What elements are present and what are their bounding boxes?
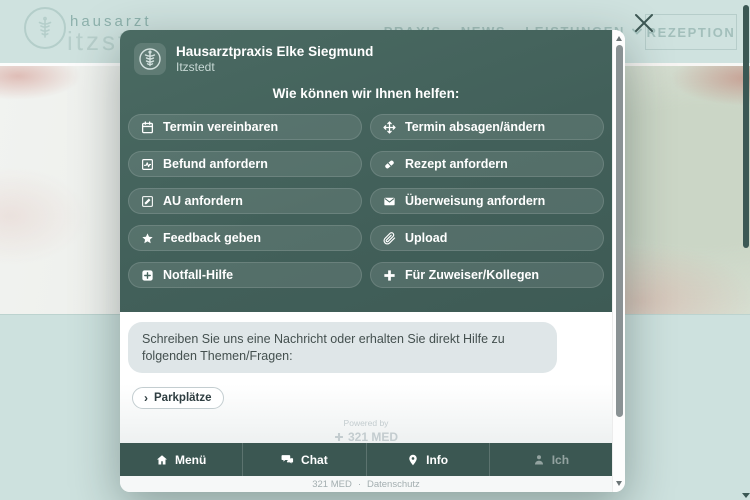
modal-scrollbar-thumb[interactable] (616, 45, 623, 417)
envelope-icon (383, 195, 396, 208)
help-heading: Wie können wir Ihnen helfen: (128, 86, 604, 101)
action-label: AU anfordern (163, 194, 243, 208)
move-arrows-icon (383, 121, 396, 134)
paperclip-icon (383, 232, 396, 245)
person-icon (533, 454, 545, 466)
tab-label: Ich (552, 453, 569, 467)
action-termin-absagen[interactable]: Termin absagen/ändern (370, 114, 604, 140)
bot-message-bubble: Schreiben Sie uns eine Nachricht oder er… (128, 322, 557, 373)
caduceus-practice-icon (134, 43, 166, 75)
action-notfall-hilfe[interactable]: Notfall-Hilfe (128, 262, 362, 288)
page-scrollbar[interactable] (743, 0, 749, 500)
action-upload[interactable]: Upload (370, 225, 604, 251)
footer-separator: · (358, 479, 361, 490)
medical-cross-icon (334, 432, 344, 442)
action-label: Feedback geben (163, 231, 261, 245)
action-feedback-geben[interactable]: Feedback geben (128, 225, 362, 251)
powered-by-label: Powered by (120, 418, 612, 428)
tab-label: Info (426, 453, 448, 467)
pill-icon (383, 158, 396, 171)
action-label: Befund anfordern (163, 157, 268, 171)
footer-brand: 321 MED (312, 479, 352, 490)
modal-content: Hausarztpraxis Elke Siegmund Itzstedt Wi… (120, 30, 612, 492)
chat-section: Schreiben Sie uns eine Nachricht oder er… (120, 312, 612, 443)
action-zuweiser-kollegen[interactable]: Für Zuweiser/Kollegen (370, 262, 604, 288)
page-scrollbar-down-arrow[interactable] (742, 493, 750, 498)
tab-label: Menü (175, 453, 206, 467)
page-scrollbar-thumb[interactable] (743, 5, 749, 248)
tab-info[interactable]: Info (367, 443, 490, 476)
practice-location: Itzstedt (176, 60, 373, 75)
modal-tab-bar: Menü Chat Info Ich (120, 443, 612, 476)
practice-titles: Hausarztpraxis Elke Siegmund Itzstedt (176, 43, 373, 75)
pin-icon (407, 454, 419, 466)
note-pencil-icon (141, 195, 154, 208)
plus-square-icon (141, 269, 154, 282)
chevron-right-icon: › (144, 391, 148, 405)
quick-reply-parkplaetze[interactable]: › Parkplätze (132, 387, 224, 409)
practice-header: Hausarztpraxis Elke Siegmund Itzstedt (128, 43, 604, 75)
chat-icon (281, 453, 294, 466)
modal-footer: 321 MED · Datenschutz (120, 476, 612, 492)
actions-grid: Termin vereinbaren Termin absagen/ändern… (128, 114, 604, 288)
powered-by-brand: 321 MED (334, 430, 398, 443)
modal-scrollbar-down-arrow[interactable] (616, 481, 622, 486)
tab-label: Chat (301, 453, 328, 467)
modal-scrollbar[interactable] (612, 30, 625, 492)
rezeption-button[interactable]: REZEPTION (645, 14, 737, 50)
calendar-icon (141, 121, 154, 134)
modal-header-section: Hausarztpraxis Elke Siegmund Itzstedt Wi… (120, 30, 612, 312)
practice-name: Hausarztpraxis Elke Siegmund (176, 43, 373, 60)
home-icon (156, 454, 168, 466)
modal-scrollbar-up-arrow[interactable] (616, 36, 622, 41)
action-label: Für Zuweiser/Kollegen (405, 268, 539, 282)
action-rezept-anfordern[interactable]: Rezept anfordern (370, 151, 604, 177)
caduceus-logo-icon (24, 7, 66, 49)
action-au-anfordern[interactable]: AU anfordern (128, 188, 362, 214)
action-befund-anfordern[interactable]: Befund anfordern (128, 151, 362, 177)
close-icon[interactable] (631, 10, 657, 36)
powered-by: Powered by 321 MED (120, 418, 612, 443)
footer-privacy-link[interactable]: Datenschutz (367, 479, 420, 490)
powered-by-brand-label: 321 MED (348, 430, 398, 443)
tab-chat[interactable]: Chat (243, 443, 366, 476)
page: hausarzt itzstedt PRAXIS NEWS LEISTUNGEN… (0, 0, 750, 500)
quick-reply-label: Parkplätze (154, 392, 212, 404)
medical-cross-icon (383, 269, 396, 282)
chat-widget-modal: Hausarztpraxis Elke Siegmund Itzstedt Wi… (120, 30, 625, 492)
action-label: Notfall-Hilfe (163, 268, 233, 282)
action-label: Termin absagen/ändern (405, 120, 545, 134)
action-label: Rezept anfordern (405, 157, 508, 171)
tab-ich[interactable]: Ich (490, 443, 612, 476)
action-label: Upload (405, 231, 447, 245)
tab-menu[interactable]: Menü (120, 443, 243, 476)
action-termin-vereinbaren[interactable]: Termin vereinbaren (128, 114, 362, 140)
action-label: Termin vereinbaren (163, 120, 278, 134)
star-icon (141, 232, 154, 245)
report-chart-icon (141, 158, 154, 171)
action-ueberweisung-anfordern[interactable]: Überweisung anfordern (370, 188, 604, 214)
action-label: Überweisung anfordern (405, 194, 545, 208)
